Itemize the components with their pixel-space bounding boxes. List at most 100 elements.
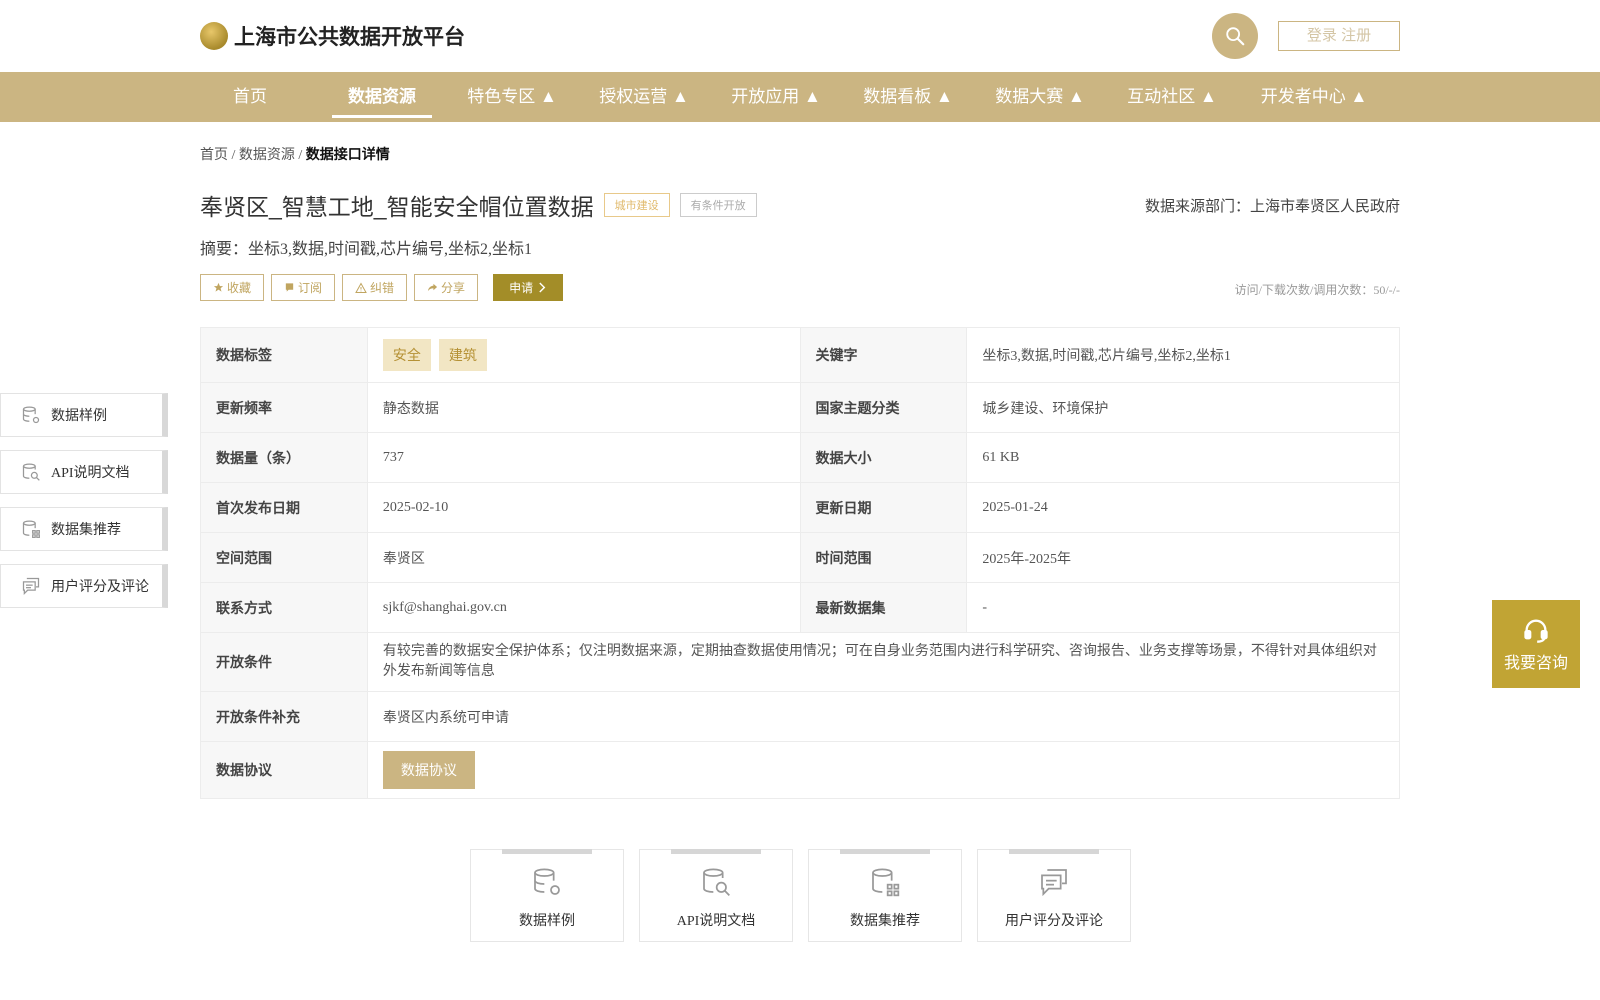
card-api-doc[interactable]: API说明文档 <box>639 849 793 942</box>
nav-authorized-ops[interactable]: 授权运营 ▲ <box>594 72 694 122</box>
dataset-title: 奉贤区_智慧工地_智能安全帽位置数据 <box>200 194 594 220</box>
document-search-icon <box>22 463 40 481</box>
tags-label: 数据标签 <box>200 327 368 383</box>
latest-value: - <box>966 582 1400 633</box>
table-row: 数据量（条） 737 数据大小 61 KB <box>200 432 1400 483</box>
side-item-data-sample[interactable]: 数据样例 <box>0 393 168 437</box>
breadcrumb-section[interactable]: 数据资源 <box>239 148 295 163</box>
card-comments[interactable]: 用户评分及评论 <box>977 849 1131 942</box>
comment-icon <box>22 577 40 596</box>
side-item-dataset-recommend[interactable]: 数据集推荐 <box>0 507 168 551</box>
space-label: 空间范围 <box>200 532 368 583</box>
side-item-label: API说明文档 <box>51 466 130 481</box>
document-search-icon <box>703 868 730 896</box>
time-label: 时间范围 <box>799 532 968 583</box>
breadcrumb-sep: / <box>231 148 236 163</box>
logo-icon <box>200 22 228 50</box>
visit-counts: 访问/下载次数/调用次数：50/-/- <box>1234 283 1400 297</box>
contact-value[interactable]: sjkf@shanghai.gov.cn <box>366 582 801 633</box>
keywords-value: 坐标3,数据,时间戳,芯片编号,坐标2,坐标1 <box>966 327 1400 383</box>
bookmark-icon <box>285 283 294 292</box>
warning-icon <box>355 281 367 293</box>
card-label: 数据集推荐 <box>850 914 920 929</box>
apply-label: 申请 <box>509 281 534 295</box>
side-item-label: 数据样例 <box>51 409 107 424</box>
nav-data-contest[interactable]: 数据大赛 ▲ <box>990 72 1090 122</box>
condition-extra-label: 开放条件补充 <box>200 691 368 742</box>
contact-label: 联系方式 <box>200 582 368 633</box>
nav-open-apps[interactable]: 开放应用 ▲ <box>726 72 826 122</box>
updated-value: 2025-01-24 <box>966 482 1400 533</box>
nav-special-zone[interactable]: 特色专区 ▲ <box>462 72 562 122</box>
card-label: 用户评分及评论 <box>1005 914 1103 929</box>
subscribe-button[interactable]: 订阅 <box>271 274 336 301</box>
tag-chip[interactable]: 安全 <box>382 339 431 371</box>
table-row: 首次发布日期 2025-02-10 更新日期 2025-01-24 <box>200 482 1400 533</box>
database-grid-icon <box>872 868 900 897</box>
chevron-right-icon <box>539 282 546 293</box>
consult-button[interactable]: 我要咨询 <box>1492 600 1580 688</box>
condition-extra-value: 奉贤区内系统可申请 <box>366 691 1401 742</box>
breadcrumb-home[interactable]: 首页 <box>200 148 228 163</box>
main-nav: 首页 数据资源 特色专区 ▲ 授权运营 ▲ 开放应用 ▲ 数据看板 ▲ 数据大赛… <box>0 72 1600 122</box>
side-item-api-doc[interactable]: API说明文档 <box>0 450 168 494</box>
protocol-button[interactable]: 数据协议 <box>382 751 475 789</box>
tag-chip[interactable]: 建筑 <box>438 339 487 371</box>
table-row: 开放条件 有较完善的数据安全保护体系；仅注明数据来源，定期抽查数据使用情况；可在… <box>200 632 1401 692</box>
share-button[interactable]: 分享 <box>414 274 479 301</box>
size-label: 数据大小 <box>799 432 968 483</box>
nav-home[interactable]: 首页 <box>210 72 290 122</box>
open-type-tag: 有条件开放 <box>679 193 757 217</box>
source-department: 数据来源部门：上海市奉贤区人民政府 <box>1144 199 1400 215</box>
consult-label: 我要咨询 <box>1503 655 1568 672</box>
table-row: 数据标签 安全 建筑 关键字 坐标3,数据,时间戳,芯片编号,坐标2,坐标1 <box>200 327 1400 383</box>
size-value: 61 KB <box>966 432 1400 483</box>
login-register-button[interactable]: 登录 注册 <box>1278 21 1400 51</box>
table-row: 空间范围 奉贤区 时间范围 2025年-2025年 <box>200 532 1400 583</box>
breadcrumb: 首页 / 数据资源 / 数据接口详情 <box>200 144 390 164</box>
apply-button[interactable]: 申请 <box>493 274 564 301</box>
updated-label: 更新日期 <box>799 482 968 533</box>
category-tag: 城市建设 <box>603 193 670 217</box>
share-icon <box>427 283 438 292</box>
nav-data-resources[interactable]: 数据资源 <box>332 72 432 122</box>
side-item-label: 数据集推荐 <box>51 523 121 538</box>
headset-icon <box>1524 619 1548 643</box>
theme-value: 城乡建设、环境保护 <box>966 382 1400 433</box>
search-button[interactable] <box>1212 13 1258 59</box>
tags-cell: 安全 建筑 <box>366 327 801 383</box>
database-gear-icon <box>22 406 40 424</box>
card-label: API说明文档 <box>676 914 756 929</box>
card-data-sample[interactable]: 数据样例 <box>470 849 624 942</box>
nav-developer[interactable]: 开发者中心 ▲ <box>1254 72 1374 122</box>
top-header: 上海市公共数据开放平台 登录 注册 <box>0 0 1600 72</box>
condition-label: 开放条件 <box>200 632 368 692</box>
protocol-label: 数据协议 <box>200 741 368 799</box>
side-item-comments[interactable]: 用户评分及评论 <box>0 564 168 608</box>
count-value: 737 <box>366 432 801 483</box>
keywords-label: 关键字 <box>799 327 968 383</box>
report-label: 纠错 <box>370 281 395 295</box>
card-dataset-recommend[interactable]: 数据集推荐 <box>808 849 962 942</box>
nav-community[interactable]: 互动社区 ▲ <box>1122 72 1222 122</box>
nav-data-dashboard[interactable]: 数据看板 ▲ <box>858 72 958 122</box>
favorite-button[interactable]: 收藏 <box>200 274 265 301</box>
bottom-cards: 数据样例 API说明文档 数据集推荐 用户评分及评论 <box>470 849 1131 942</box>
side-item-label: 用户评分及评论 <box>51 580 149 595</box>
table-row: 开放条件补充 奉贤区内系统可申请 <box>200 691 1401 742</box>
table-row: 数据协议 数据协议 <box>200 741 1401 799</box>
search-icon <box>1226 27 1245 46</box>
report-error-button[interactable]: 纠错 <box>342 274 408 301</box>
time-value: 2025年-2025年 <box>966 532 1400 583</box>
favorite-label: 收藏 <box>227 281 252 295</box>
subscribe-label: 订阅 <box>298 281 323 295</box>
card-label: 数据样例 <box>519 914 575 929</box>
theme-label: 国家主题分类 <box>799 382 968 433</box>
action-bar: 收藏 订阅 纠错 分享 申请 <box>200 274 564 301</box>
star-icon <box>213 282 224 292</box>
space-value: 奉贤区 <box>366 532 801 583</box>
first-pub-value: 2025-02-10 <box>366 482 801 533</box>
database-grid-icon <box>22 520 40 538</box>
protocol-cell: 数据协议 <box>366 741 1401 799</box>
site-logo[interactable]: 上海市公共数据开放平台 <box>200 21 465 51</box>
